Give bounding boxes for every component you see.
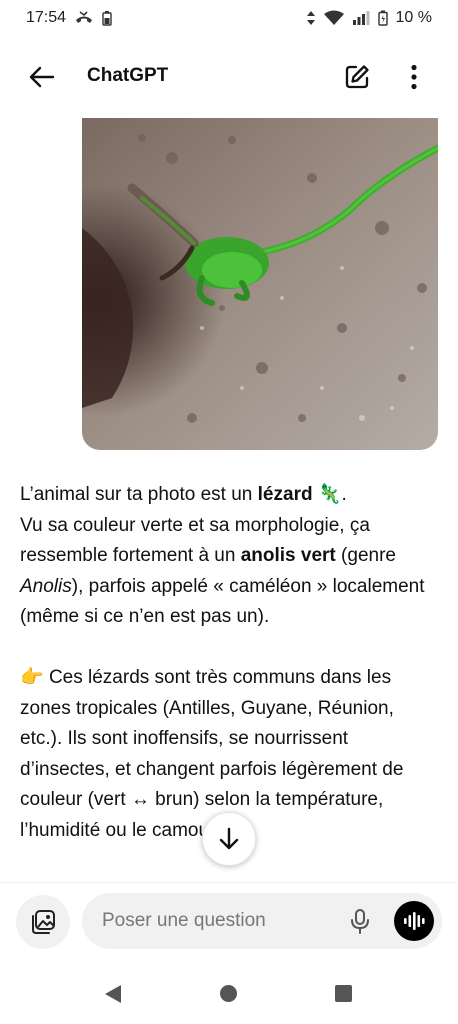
data-arrows-icon xyxy=(306,10,316,26)
page-title: ChatGPT xyxy=(87,65,169,86)
voice-mode-button[interactable] xyxy=(394,901,434,941)
more-vertical-icon xyxy=(411,64,417,90)
message-input[interactable] xyxy=(102,893,332,949)
answer-text: (genre xyxy=(335,545,396,566)
answer-text: Ces lézards sont très communs dans les z… xyxy=(20,667,404,841)
pointing-hand-emoji: 👉 xyxy=(20,667,44,688)
battery-saver-icon xyxy=(102,10,112,26)
uploaded-photo[interactable] xyxy=(82,118,438,450)
battery-percent: 10 % xyxy=(395,9,432,26)
system-nav-bar xyxy=(0,962,458,1024)
back-button[interactable] xyxy=(26,63,58,91)
status-right: 10 % xyxy=(306,9,432,27)
nav-back-icon xyxy=(105,985,121,1003)
message-input-container xyxy=(82,893,442,949)
wifi-icon xyxy=(323,10,344,26)
answer-text: ), parfois appelé « caméléon » localemen… xyxy=(20,575,425,628)
battery-icon xyxy=(377,10,388,26)
more-options-button[interactable] xyxy=(402,62,426,92)
status-bar: 17:54 10 % xyxy=(0,0,458,36)
microphone-icon xyxy=(351,909,369,934)
status-left: 17:54 xyxy=(26,9,112,27)
answer-italic: Anolis xyxy=(20,575,72,597)
answer-bold: anolis vert xyxy=(240,545,336,566)
answer-text: L’animal sur ta photo est un xyxy=(20,484,258,505)
new-chat-button[interactable] xyxy=(342,62,372,92)
nav-recents-icon[interactable] xyxy=(335,985,352,1002)
arrow-down-icon xyxy=(219,827,239,850)
new-chat-pencil-icon xyxy=(345,65,369,89)
nav-back-button[interactable] xyxy=(104,984,122,1009)
answer-text: . xyxy=(341,484,347,505)
dictation-button[interactable] xyxy=(346,907,374,935)
answer-paragraph-1: L’animal sur ta photo est un lézard 🦎. Vu… xyxy=(20,480,440,633)
missed-call-icon xyxy=(74,11,94,25)
nav-home-icon[interactable] xyxy=(220,985,237,1002)
attach-photo-button[interactable] xyxy=(16,895,70,949)
add-photo-icon xyxy=(32,910,55,934)
composer xyxy=(0,882,458,962)
app-header: ChatGPT xyxy=(0,46,458,108)
arrow-left-icon xyxy=(29,66,55,88)
lizard-emoji: 🦎 xyxy=(317,484,342,505)
voice-mode-icon xyxy=(404,912,425,930)
scroll-to-bottom-button[interactable] xyxy=(202,812,256,866)
status-time: 17:54 xyxy=(26,9,67,26)
answer-bold: lézard xyxy=(257,484,313,505)
signal-icon xyxy=(352,10,370,26)
